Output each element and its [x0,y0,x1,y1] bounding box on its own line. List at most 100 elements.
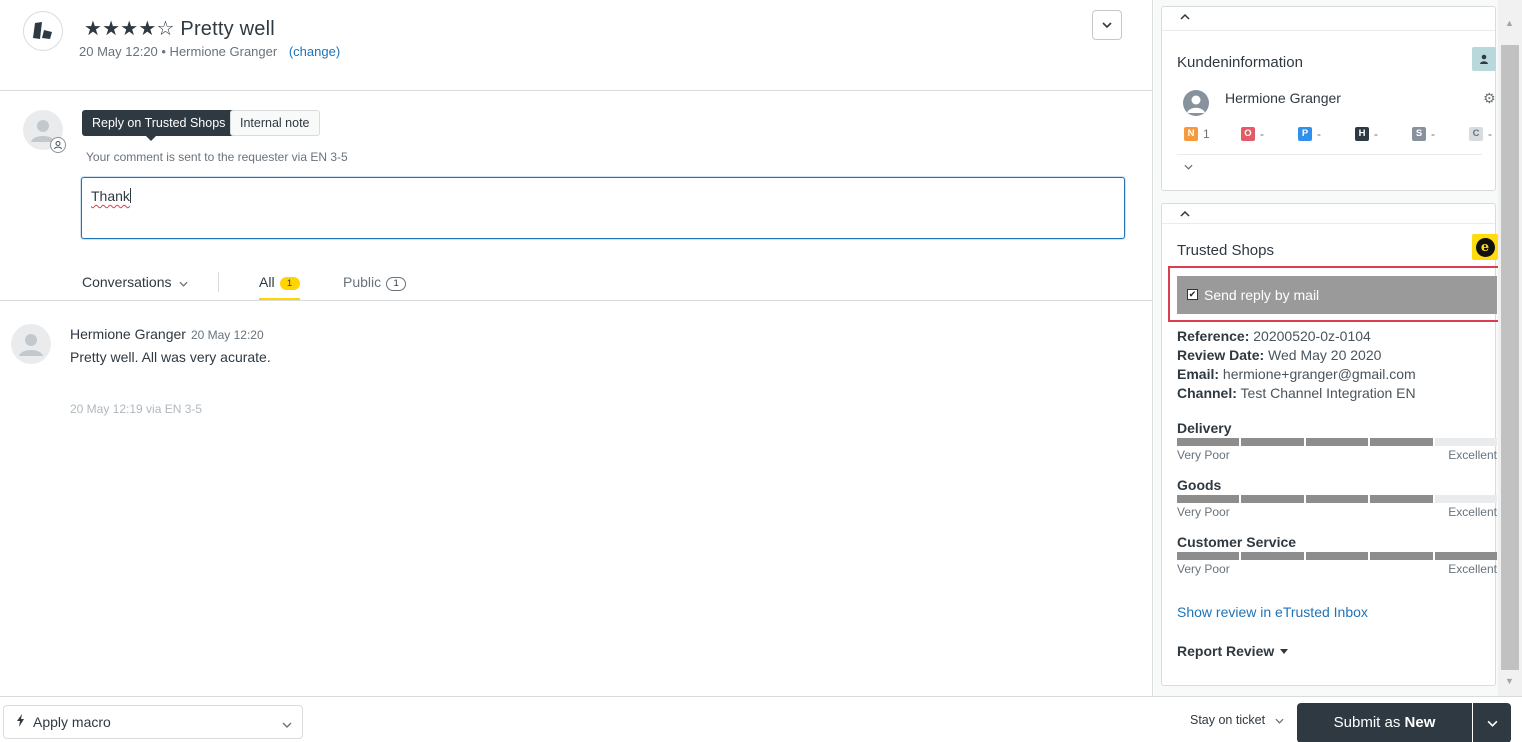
customer-info-title: Kundeninformation [1177,54,1303,71]
collapse-chevron-up-icon[interactable] [1180,206,1190,220]
divider [1177,154,1482,155]
submit-prefix: Submit as [1333,714,1405,731]
highlight-box [1168,266,1505,322]
submit-options-button[interactable] [1473,703,1511,742]
rating-high-label: Excellent [1448,505,1497,519]
reply-textarea[interactable]: Thank [81,177,1125,239]
expand-chevron-down-icon[interactable] [1184,161,1193,173]
review-field-value: Test Channel Integration EN [1240,385,1416,401]
rating-high-label: Excellent [1448,562,1497,576]
rating-block: Goods Very Poor Excellent [1177,477,1498,519]
comment-avatar [11,324,51,364]
chevron-down-icon [179,281,188,287]
gear-icon[interactable]: ⚙ [1483,90,1496,107]
review-field-label: Email: [1177,366,1220,382]
rating-segment [1177,495,1240,503]
rating-segment [1434,552,1498,560]
divider [0,300,1152,301]
rating-scale: Very Poor Excellent [1177,562,1497,576]
scrollbar-thumb[interactable] [1501,45,1519,670]
customer-stat[interactable]: N1 [1184,126,1241,142]
rating-segment [1370,552,1433,560]
stat-value: - [1488,127,1492,141]
conversations-filter[interactable]: Conversations [82,274,188,290]
comment-author[interactable]: Hermione Granger [70,326,186,342]
report-review-label: Report Review [1177,643,1275,659]
conversations-label: Conversations [82,274,172,290]
review-fields: Reference: 20200520-0z-0104 Review Date: … [1177,327,1416,403]
rating-segment [1370,495,1433,503]
rating-scale: Very Poor Excellent [1177,448,1497,462]
report-review-dropdown[interactable]: Report Review [1177,643,1289,659]
rating-low-label: Very Poor [1177,505,1230,519]
customer-stat[interactable]: H- [1355,126,1412,142]
tab-all[interactable]: All 1 [259,274,300,301]
customer-info-card: Kundeninformation Hermione Granger ⚙ N1O… [1161,6,1496,191]
rating-segment [1241,495,1304,503]
rating-segment [1434,495,1498,503]
review-field-label: Review Date: [1177,347,1265,363]
text-caret [129,188,131,203]
review-field: Channel: Test Channel Integration EN [1177,384,1416,403]
tab-reply-trusted-shops[interactable]: Reply on Trusted Shops [82,110,236,141]
rating-segment [1177,438,1240,446]
customer-stat[interactable]: O- [1241,126,1298,142]
stat-tag: C [1469,127,1483,141]
show-review-inbox-link[interactable]: Show review in eTrusted Inbox [1177,604,1368,620]
apply-macro-dropdown[interactable]: Apply macro [3,705,303,739]
user-icon [19,334,43,356]
rating-segment [1305,552,1369,560]
review-field: Email: hermione+granger@gmail.com [1177,365,1416,384]
rating-segment [1305,495,1369,503]
stat-value: - [1431,127,1435,141]
stay-on-ticket-dropdown[interactable]: Stay on ticket [1190,713,1284,727]
tab-all-count: 1 [279,277,300,290]
change-requester-link[interactable]: (change) [289,44,340,59]
rating-segment [1434,438,1498,446]
tab-all-label: All [259,274,275,290]
customer-stat[interactable]: S- [1412,126,1469,142]
ticket-options-button[interactable] [1092,10,1122,40]
stat-tag: H [1355,127,1369,141]
rating-bar [1177,438,1498,446]
stat-value: 1 [1203,127,1210,141]
brand-logo-icon[interactable] [23,11,63,51]
customer-name[interactable]: Hermione Granger [1225,90,1341,106]
chevron-down-icon [282,715,292,731]
filter-divider [218,272,219,292]
submit-button[interactable]: Submit as New [1297,703,1472,742]
rating-low-label: Very Poor [1177,448,1230,462]
scroll-up-arrow-icon[interactable]: ▲ [1505,18,1514,28]
rating-label: Customer Service [1177,534,1297,550]
collapse-chevron-up-icon[interactable] [1180,9,1190,23]
ticket-meta-text: 20 May 12:20 • Hermione Granger [79,44,278,59]
stat-tag: P [1298,127,1312,141]
rating-label: Goods [1177,477,1222,493]
scroll-down-arrow-icon[interactable]: ▼ [1505,676,1514,686]
public-reply-badge-icon [50,137,66,153]
review-field: Review Date: Wed May 20 2020 [1177,346,1416,365]
rating-segment [1177,552,1240,560]
stat-value: - [1317,127,1321,141]
stat-tag: N [1184,127,1198,141]
divider [1162,30,1495,31]
customer-stat[interactable]: P- [1298,126,1355,142]
rating-bar [1177,552,1498,560]
stat-value: - [1260,127,1264,141]
apps-sidebar: Kundeninformation Hermione Granger ⚙ N1O… [1154,0,1522,696]
divider [1162,223,1495,224]
lightning-icon [16,714,25,730]
ticket-header: ★★★★☆ Pretty well 20 May 12:20 • Hermion… [0,0,1152,91]
customer-avatar [1183,90,1209,116]
rating-block: Customer Service Very Poor Excellent [1177,534,1498,576]
rating-segment [1305,438,1369,446]
tab-internal-note[interactable]: Internal note [230,110,320,136]
tab-public[interactable]: Public 1 [343,274,407,291]
comment-header: Hermione Granger 20 May 12:20 [70,326,264,342]
composer-hint: Your comment is sent to the requester vi… [86,150,348,164]
stat-value: - [1374,127,1378,141]
caret-down-icon [1280,649,1289,654]
ticket-footer: Apply macro Stay on ticket Submit as New [0,696,1522,742]
review-field-value: 20200520-0z-0104 [1253,328,1371,344]
review-field-value: hermione+granger@gmail.com [1222,366,1416,382]
